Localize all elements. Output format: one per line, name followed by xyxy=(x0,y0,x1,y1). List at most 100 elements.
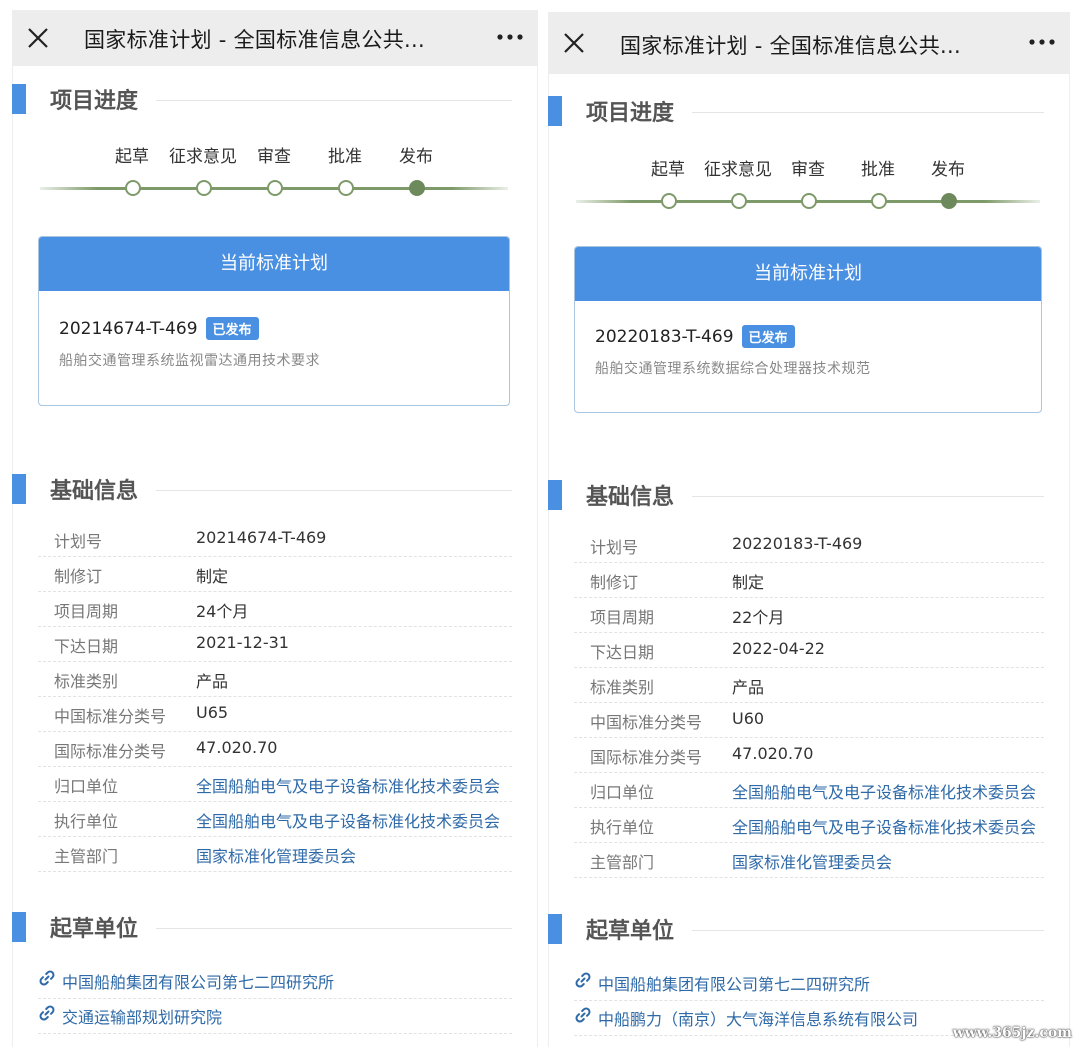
info-key: 制修订 xyxy=(54,567,103,586)
drafter-item[interactable]: 中国船舶集团有限公司第七二四研究所 xyxy=(574,966,1044,1001)
info-row: 归口单位 全国船舶电气及电子设备标准化技术委员会 xyxy=(574,773,1044,808)
info-key: 归口单位 xyxy=(590,783,655,802)
info-key: 计划号 xyxy=(54,532,103,551)
current-plan-card[interactable]: 当前标准计划 20214674-T-469 已发布 船舶交通管理系统监视雷达通用… xyxy=(38,236,510,406)
drafter-item[interactable]: 交通运输部规划研究院 xyxy=(38,999,512,1034)
more-icon[interactable] xyxy=(496,32,524,42)
info-row: 中国标准分类号 U60 xyxy=(574,703,1044,738)
step-label: 起草 xyxy=(115,147,149,167)
status-badge: 已发布 xyxy=(741,325,795,348)
info-key: 标准类别 xyxy=(54,672,119,691)
step-label: 征求意见 xyxy=(704,160,772,180)
info-row: 主管部门 国家标准化管理委员会 xyxy=(38,837,512,872)
section-divider xyxy=(692,112,1044,113)
plan-number: 20214674-T-469 xyxy=(59,318,198,339)
section-title: 起草单位 xyxy=(50,917,139,942)
info-link[interactable]: 全国船舶电气及电子设备标准化技术委员会 xyxy=(732,779,1036,803)
link-icon xyxy=(39,1005,55,1021)
drafter-name: 中国船舶集团有限公司第七二四研究所 xyxy=(62,973,335,992)
info-key: 执行单位 xyxy=(590,818,655,837)
info-row: 项目周期 22个月 xyxy=(574,598,1044,633)
step-dot xyxy=(125,180,141,196)
section-divider xyxy=(156,100,512,101)
section-divider xyxy=(692,930,1044,931)
drafter-item[interactable]: 中国船舶集团有限公司第七二四研究所 xyxy=(38,964,512,999)
panel-divider xyxy=(1069,12,1070,1047)
info-row: 项目周期 24个月 xyxy=(38,592,512,627)
info-key: 中国标准分类号 xyxy=(590,713,703,732)
info-value: 47.020.70 xyxy=(196,738,278,757)
info-link[interactable]: 全国船舶电气及电子设备标准化技术委员会 xyxy=(196,773,500,797)
section-drafters: 起草单位 xyxy=(12,908,538,948)
step-dot xyxy=(196,180,212,196)
info-value: 20214674-T-469 xyxy=(196,528,327,547)
info-row: 下达日期 2021-12-31 xyxy=(38,627,512,662)
section-basic: 基础信息 xyxy=(548,476,1070,516)
info-key: 归口单位 xyxy=(54,777,119,796)
step-approve: 批准 xyxy=(305,142,385,196)
section-marker xyxy=(548,914,562,944)
step-dot xyxy=(801,193,817,209)
info-key: 下达日期 xyxy=(590,643,655,662)
info-row: 中国标准分类号 U65 xyxy=(38,697,512,732)
info-link[interactable]: 全国船舶电气及电子设备标准化技术委员会 xyxy=(196,808,500,832)
step-publish: 发布 xyxy=(376,142,456,196)
step-dot xyxy=(661,193,677,209)
card-header: 当前标准计划 xyxy=(575,247,1041,301)
section-title: 基础信息 xyxy=(586,485,675,510)
watermark: www.365jz.com xyxy=(952,1025,1072,1041)
section-basic: 基础信息 xyxy=(12,470,538,510)
more-icon[interactable] xyxy=(1028,37,1056,47)
info-row: 制修订 制定 xyxy=(574,563,1044,598)
step-review: 审查 xyxy=(234,142,314,196)
plan-name: 船舶交通管理系统监视雷达通用技术要求 xyxy=(59,353,320,369)
info-key: 下达日期 xyxy=(54,637,119,656)
info-value: 产品 xyxy=(732,678,765,697)
status-badge: 已发布 xyxy=(205,317,259,340)
progress-steps: 起草 征求意见 审查 批准 发布 xyxy=(576,155,1040,215)
step-publish: 发布 xyxy=(908,155,988,209)
info-key: 项目周期 xyxy=(54,602,119,621)
info-row: 归口单位 全国船舶电气及电子设备标准化技术委员会 xyxy=(38,767,512,802)
step-draft: 起草 xyxy=(628,155,708,209)
info-link[interactable]: 国家标准化管理委员会 xyxy=(732,849,892,873)
panel-divider xyxy=(12,10,13,1047)
step-dot xyxy=(267,180,283,196)
close-icon[interactable] xyxy=(560,29,588,57)
section-drafters: 起草单位 xyxy=(548,910,1070,950)
plan-number-row: 20220183-T-469 已发布 xyxy=(595,325,795,348)
section-title: 项目进度 xyxy=(586,101,675,126)
info-row: 计划号 20220183-T-469 xyxy=(574,528,1044,563)
info-value: 22个月 xyxy=(732,608,785,627)
info-value: U60 xyxy=(732,709,765,728)
info-link[interactable]: 国家标准化管理委员会 xyxy=(196,843,356,867)
info-row: 标准类别 产品 xyxy=(38,662,512,697)
drafter-name: 中国船舶集团有限公司第七二四研究所 xyxy=(598,975,871,994)
info-row: 制修订 制定 xyxy=(38,557,512,592)
drafter-name: 中船鹏力（南京）大气海洋信息系统有限公司 xyxy=(598,1010,919,1029)
right-screen: 国家标准计划 - 全国标准信息公共... 项目进度 起草 征求意见 审查 批准 … xyxy=(548,12,1070,1047)
info-key: 制修订 xyxy=(590,573,639,592)
info-link[interactable]: 全国船舶电气及电子设备标准化技术委员会 xyxy=(732,814,1036,838)
step-dot-active xyxy=(941,193,957,209)
info-row: 执行单位 全国船舶电气及电子设备标准化技术委员会 xyxy=(38,802,512,837)
step-dot xyxy=(731,193,747,209)
current-plan-card[interactable]: 当前标准计划 20220183-T-469 已发布 船舶交通管理系统数据综合处理… xyxy=(574,246,1042,413)
info-table: 计划号 20214674-T-469 制修订 制定 项目周期 24个月 下达日期 202… xyxy=(38,522,512,872)
info-row: 国际标准分类号 47.020.70 xyxy=(574,738,1044,773)
step-label: 征求意见 xyxy=(169,147,237,167)
info-value: U65 xyxy=(196,703,229,722)
info-key: 项目周期 xyxy=(590,608,655,627)
step-dot-active xyxy=(409,180,425,196)
link-icon xyxy=(39,970,55,986)
page-title: 国家标准计划 - 全国标准信息公共... xyxy=(84,28,425,52)
section-divider xyxy=(156,928,512,929)
section-progress: 项目进度 xyxy=(12,80,538,120)
step-label: 批准 xyxy=(328,147,362,167)
info-key: 标准类别 xyxy=(590,678,655,697)
section-title: 起草单位 xyxy=(586,919,675,944)
info-row: 计划号 20214674-T-469 xyxy=(38,522,512,557)
close-icon[interactable] xyxy=(24,24,52,52)
info-key: 计划号 xyxy=(590,538,639,557)
left-screen: 国家标准计划 - 全国标准信息公共... 项目进度 起草 征求意见 审查 批准 … xyxy=(12,10,538,1047)
